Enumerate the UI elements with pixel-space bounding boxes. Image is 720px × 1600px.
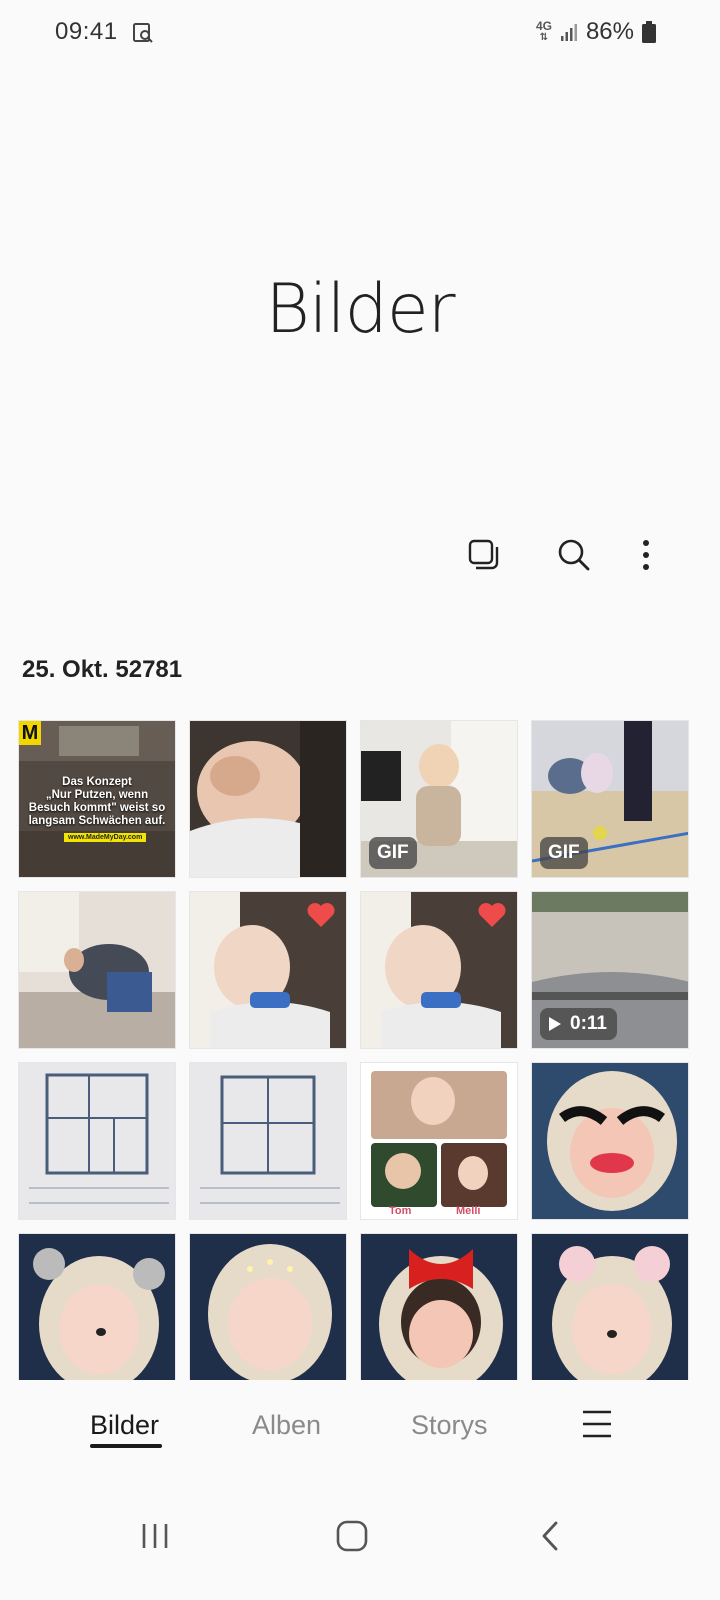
favorite-heart-icon[interactable] xyxy=(477,902,507,928)
photo-thumbnail-favorite[interactable] xyxy=(360,891,518,1049)
tab-albums[interactable]: Alben xyxy=(252,1410,321,1441)
collage-label-right: Melli xyxy=(456,1205,481,1217)
tab-stories[interactable]: Storys xyxy=(411,1410,488,1441)
play-icon xyxy=(549,1017,561,1031)
photo-thumbnail-collage[interactable]: Tom Melli xyxy=(360,1062,518,1220)
menu-icon[interactable] xyxy=(582,1409,612,1439)
photo-thumbnail-filter[interactable] xyxy=(531,1062,689,1220)
status-time: 09:41 xyxy=(55,18,118,45)
back-icon[interactable] xyxy=(520,1506,580,1566)
photo-thumbnail[interactable] xyxy=(18,891,176,1049)
screenshot-search-icon xyxy=(133,23,153,43)
photo-thumbnail-gif[interactable]: GIF xyxy=(360,720,518,878)
gif-badge: GIF xyxy=(540,837,588,869)
active-tab-indicator xyxy=(90,1444,162,1448)
meme-text: Das Konzept „Nur Putzen, wenn Besuch kom… xyxy=(28,776,166,827)
recents-icon[interactable] xyxy=(125,1506,185,1566)
date-header: 25. Okt. 52781 xyxy=(22,656,183,683)
photo-thumbnail-filter[interactable] xyxy=(18,1233,176,1391)
meme-logo: M xyxy=(19,721,41,745)
battery-percentage: 86% xyxy=(585,18,634,45)
signal-icon xyxy=(560,24,577,41)
page-title: Bilder xyxy=(265,270,455,349)
select-icon[interactable] xyxy=(464,535,504,575)
more-options-icon[interactable] xyxy=(626,535,666,575)
photo-thumbnail-video[interactable]: 0:11 xyxy=(531,891,689,1049)
photo-thumbnail-favorite[interactable] xyxy=(189,891,347,1049)
photo-thumbnail-floorplan[interactable] xyxy=(18,1062,176,1220)
battery-icon xyxy=(642,21,656,43)
video-duration-badge: 0:11 xyxy=(540,1008,617,1040)
photo-thumbnail-floorplan[interactable] xyxy=(189,1062,347,1220)
photo-thumbnail-filter[interactable] xyxy=(189,1233,347,1391)
photo-grid: M Das Konzept „Nur Putzen, wenn Besuch k… xyxy=(18,720,703,1398)
tab-pictures[interactable]: Bilder xyxy=(90,1410,159,1441)
status-bar: 09:41 4G ⇅ 86% xyxy=(0,0,720,66)
photo-thumbnail-gif[interactable]: GIF xyxy=(531,720,689,878)
photo-thumbnail-filter[interactable] xyxy=(360,1233,518,1391)
photo-thumbnail-filter[interactable] xyxy=(531,1233,689,1391)
gif-badge: GIF xyxy=(369,837,417,869)
network-type-label: 4G ⇅ xyxy=(535,19,552,43)
search-icon[interactable] xyxy=(554,535,594,575)
photo-thumbnail-meme[interactable]: M Das Konzept „Nur Putzen, wenn Besuch k… xyxy=(18,720,176,878)
collage-label-left: Tom xyxy=(389,1205,412,1217)
bottom-tab-bar: Bilder Alben Storys xyxy=(0,1380,720,1480)
meme-link: www.MadeMyDay.com xyxy=(64,833,147,842)
home-icon[interactable] xyxy=(322,1506,382,1566)
system-navigation-bar xyxy=(0,1480,720,1600)
photo-thumbnail[interactable] xyxy=(189,720,347,878)
favorite-heart-icon[interactable] xyxy=(306,902,336,928)
status-indicators: 4G ⇅ 86% xyxy=(536,18,656,46)
